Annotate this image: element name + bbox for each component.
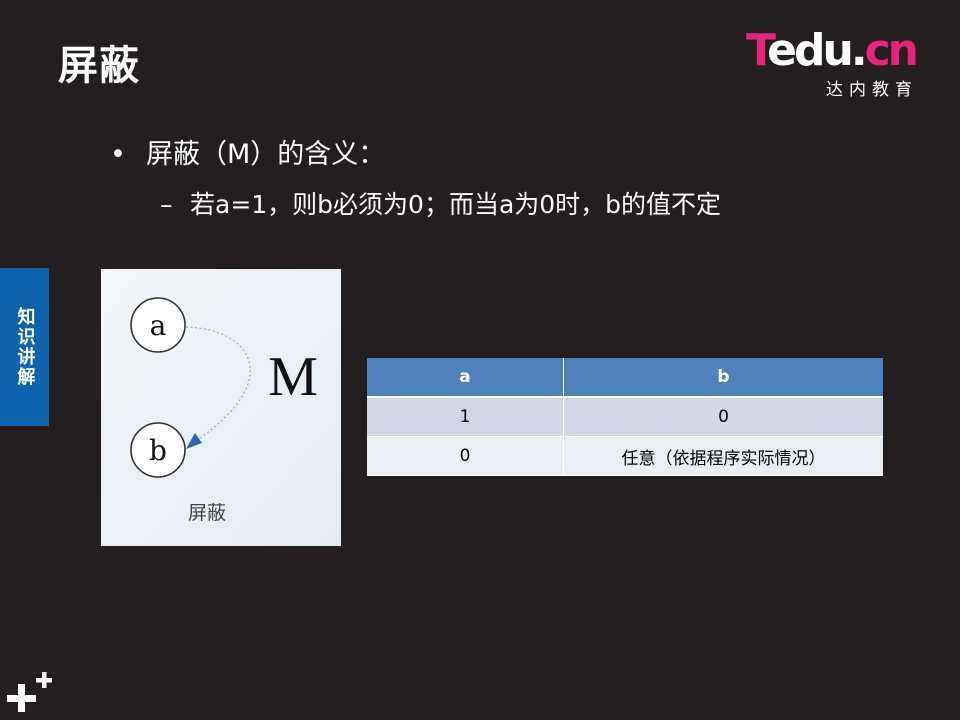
table-cell: 1 [367,397,564,437]
bullet-dot-icon: • [110,139,126,170]
table-row: 0 任意（依据程序实际情况） [367,436,883,476]
diagram-caption: 屏蔽 [188,502,226,524]
table-cell: 任意（依据程序实际情况） [563,436,883,476]
side-tab-label: 知识讲解 [14,307,36,387]
logo-letters-edu: edu. [767,25,867,76]
plus-logo-svg [7,672,52,712]
bullet-dash-icon: – [160,190,173,219]
logo-letter-t: T [746,25,770,76]
bullet-sub-text: 若a=1，则b必须为0；而当a为0时，b的值不定 [190,190,722,219]
relation-letter: M [268,346,318,408]
slide-title: 屏蔽 [58,43,140,89]
plus-logo-icon [6,668,54,714]
bullet-sub: – 若a=1，则b必须为0；而当a为0时，b的值不定 [160,186,721,224]
node-b-label: b [149,434,167,467]
table-row: 1 0 [367,397,883,437]
tedu-logo: Tedu.cn 达内教育 [746,25,932,101]
table-header-b: b [563,358,883,398]
logo-subtitle: 达内教育 [826,80,918,100]
node-a-label: a [150,309,167,342]
table-header-a: a [367,358,564,398]
logo-wordmark: Tedu.cn [746,25,919,76]
side-tab: 知识讲解 [0,268,49,426]
mask-diagram-svg: a b M 屏蔽 [101,269,341,546]
table-header-row: a b [367,358,883,398]
logo-letters-cn: cn [864,25,919,76]
table-cell: 0 [563,397,883,437]
mask-diagram: a b M 屏蔽 [101,269,341,546]
mask-truth-table: a b 1 0 0 任意（依据程序实际情况） [367,358,883,476]
bullet-main: • 屏蔽（M）的含义： [110,136,385,174]
table-cell: 0 [367,436,564,476]
bullet-main-text: 屏蔽（M）的含义： [146,139,386,170]
